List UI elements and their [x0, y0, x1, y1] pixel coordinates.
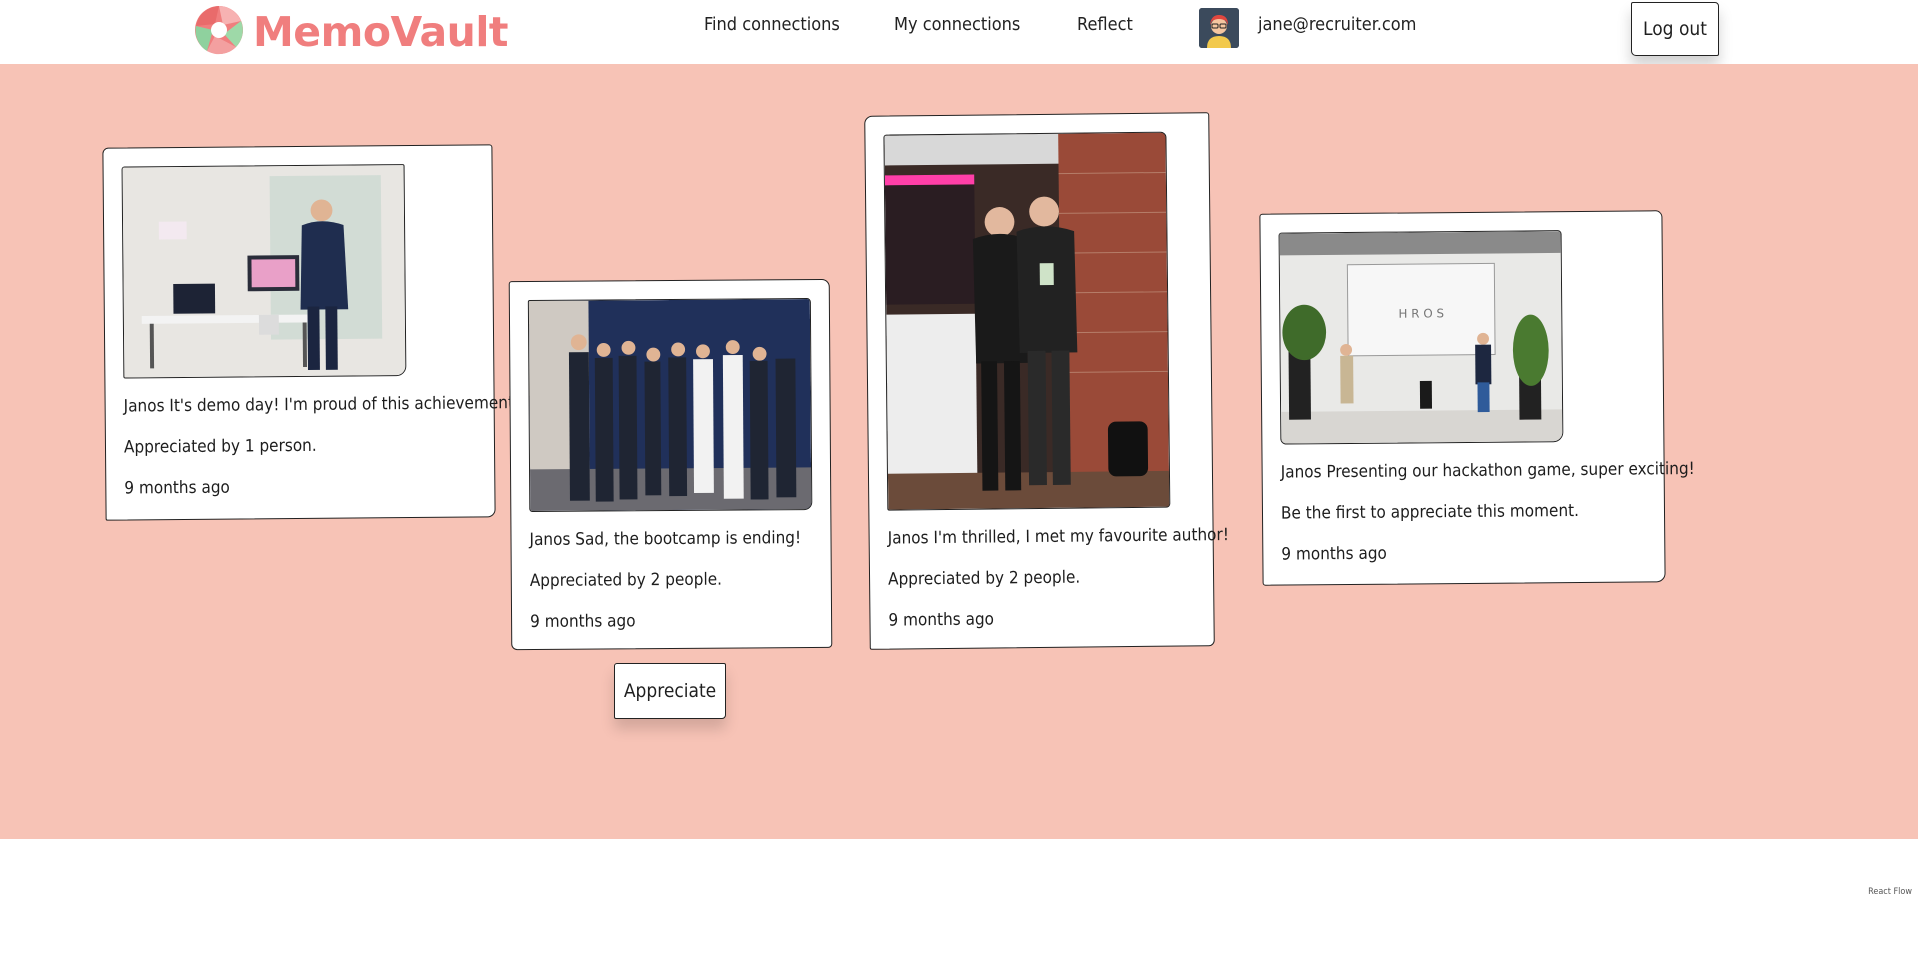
moment-card[interactable]: Janos It's demo day! I'm proud of this a…	[102, 144, 520, 521]
brand-logo[interactable]: MemoVault	[193, 4, 509, 60]
moment-photo: H R O S	[1278, 230, 1564, 445]
moment-appreciation: Appreciated by 2 people.	[529, 569, 722, 591]
moment-appreciation: Appreciated by 2 people.	[887, 567, 1081, 590]
moment-appreciation: Appreciated by 1 person.	[123, 435, 317, 458]
moment-caption: Janos It's demo day! I'm proud of this a…	[123, 393, 521, 417]
react-flow-attribution[interactable]: React Flow	[1866, 887, 1914, 897]
nav-reflect[interactable]: Reflect	[1077, 14, 1133, 35]
top-navbar: MemoVault Find connections My connection…	[0, 0, 1918, 64]
moment-timestamp: 9 months ago	[1281, 543, 1387, 565]
logout-button[interactable]: Log out	[1631, 2, 1719, 56]
svg-text:H R O S: H R O S	[1398, 306, 1444, 320]
moment-card[interactable]: H R O S Janos Presenting our hackathon g…	[1259, 210, 1695, 586]
moment-caption: Janos I'm thrilled, I met my favourite a…	[887, 525, 1230, 549]
user-avatar[interactable]	[1199, 8, 1239, 48]
moment-timestamp: 9 months ago	[888, 609, 995, 631]
moment-photo	[527, 298, 813, 512]
moment-caption: Janos Sad, the bootcamp is ending!	[529, 528, 802, 550]
moment-timestamp: 9 months ago	[530, 611, 636, 632]
moments-canvas: Janos It's demo day! I'm proud of this a…	[0, 64, 1918, 897]
user-email: jane@recruiter.com	[1258, 14, 1417, 35]
moment-caption: Janos Presenting our hackathon game, sup…	[1280, 458, 1695, 483]
moment-photo	[121, 164, 407, 379]
nav-my-connections[interactable]: My connections	[894, 14, 1020, 35]
nav-find-connections[interactable]: Find connections	[704, 14, 840, 35]
appreciate-button[interactable]: Appreciate	[614, 663, 726, 719]
aperture-logo-icon	[193, 4, 245, 60]
moment-card[interactable]: Janos I'm thrilled, I met my favourite a…	[864, 112, 1229, 650]
brand-name: MemoVault	[253, 8, 509, 56]
moment-appreciation: Be the first to appreciate this moment.	[1280, 500, 1580, 524]
moment-card[interactable]: Janos Sad, the bootcamp is ending! Appre…	[508, 278, 833, 651]
moment-photo	[883, 131, 1171, 511]
moment-timestamp: 9 months ago	[124, 477, 230, 499]
